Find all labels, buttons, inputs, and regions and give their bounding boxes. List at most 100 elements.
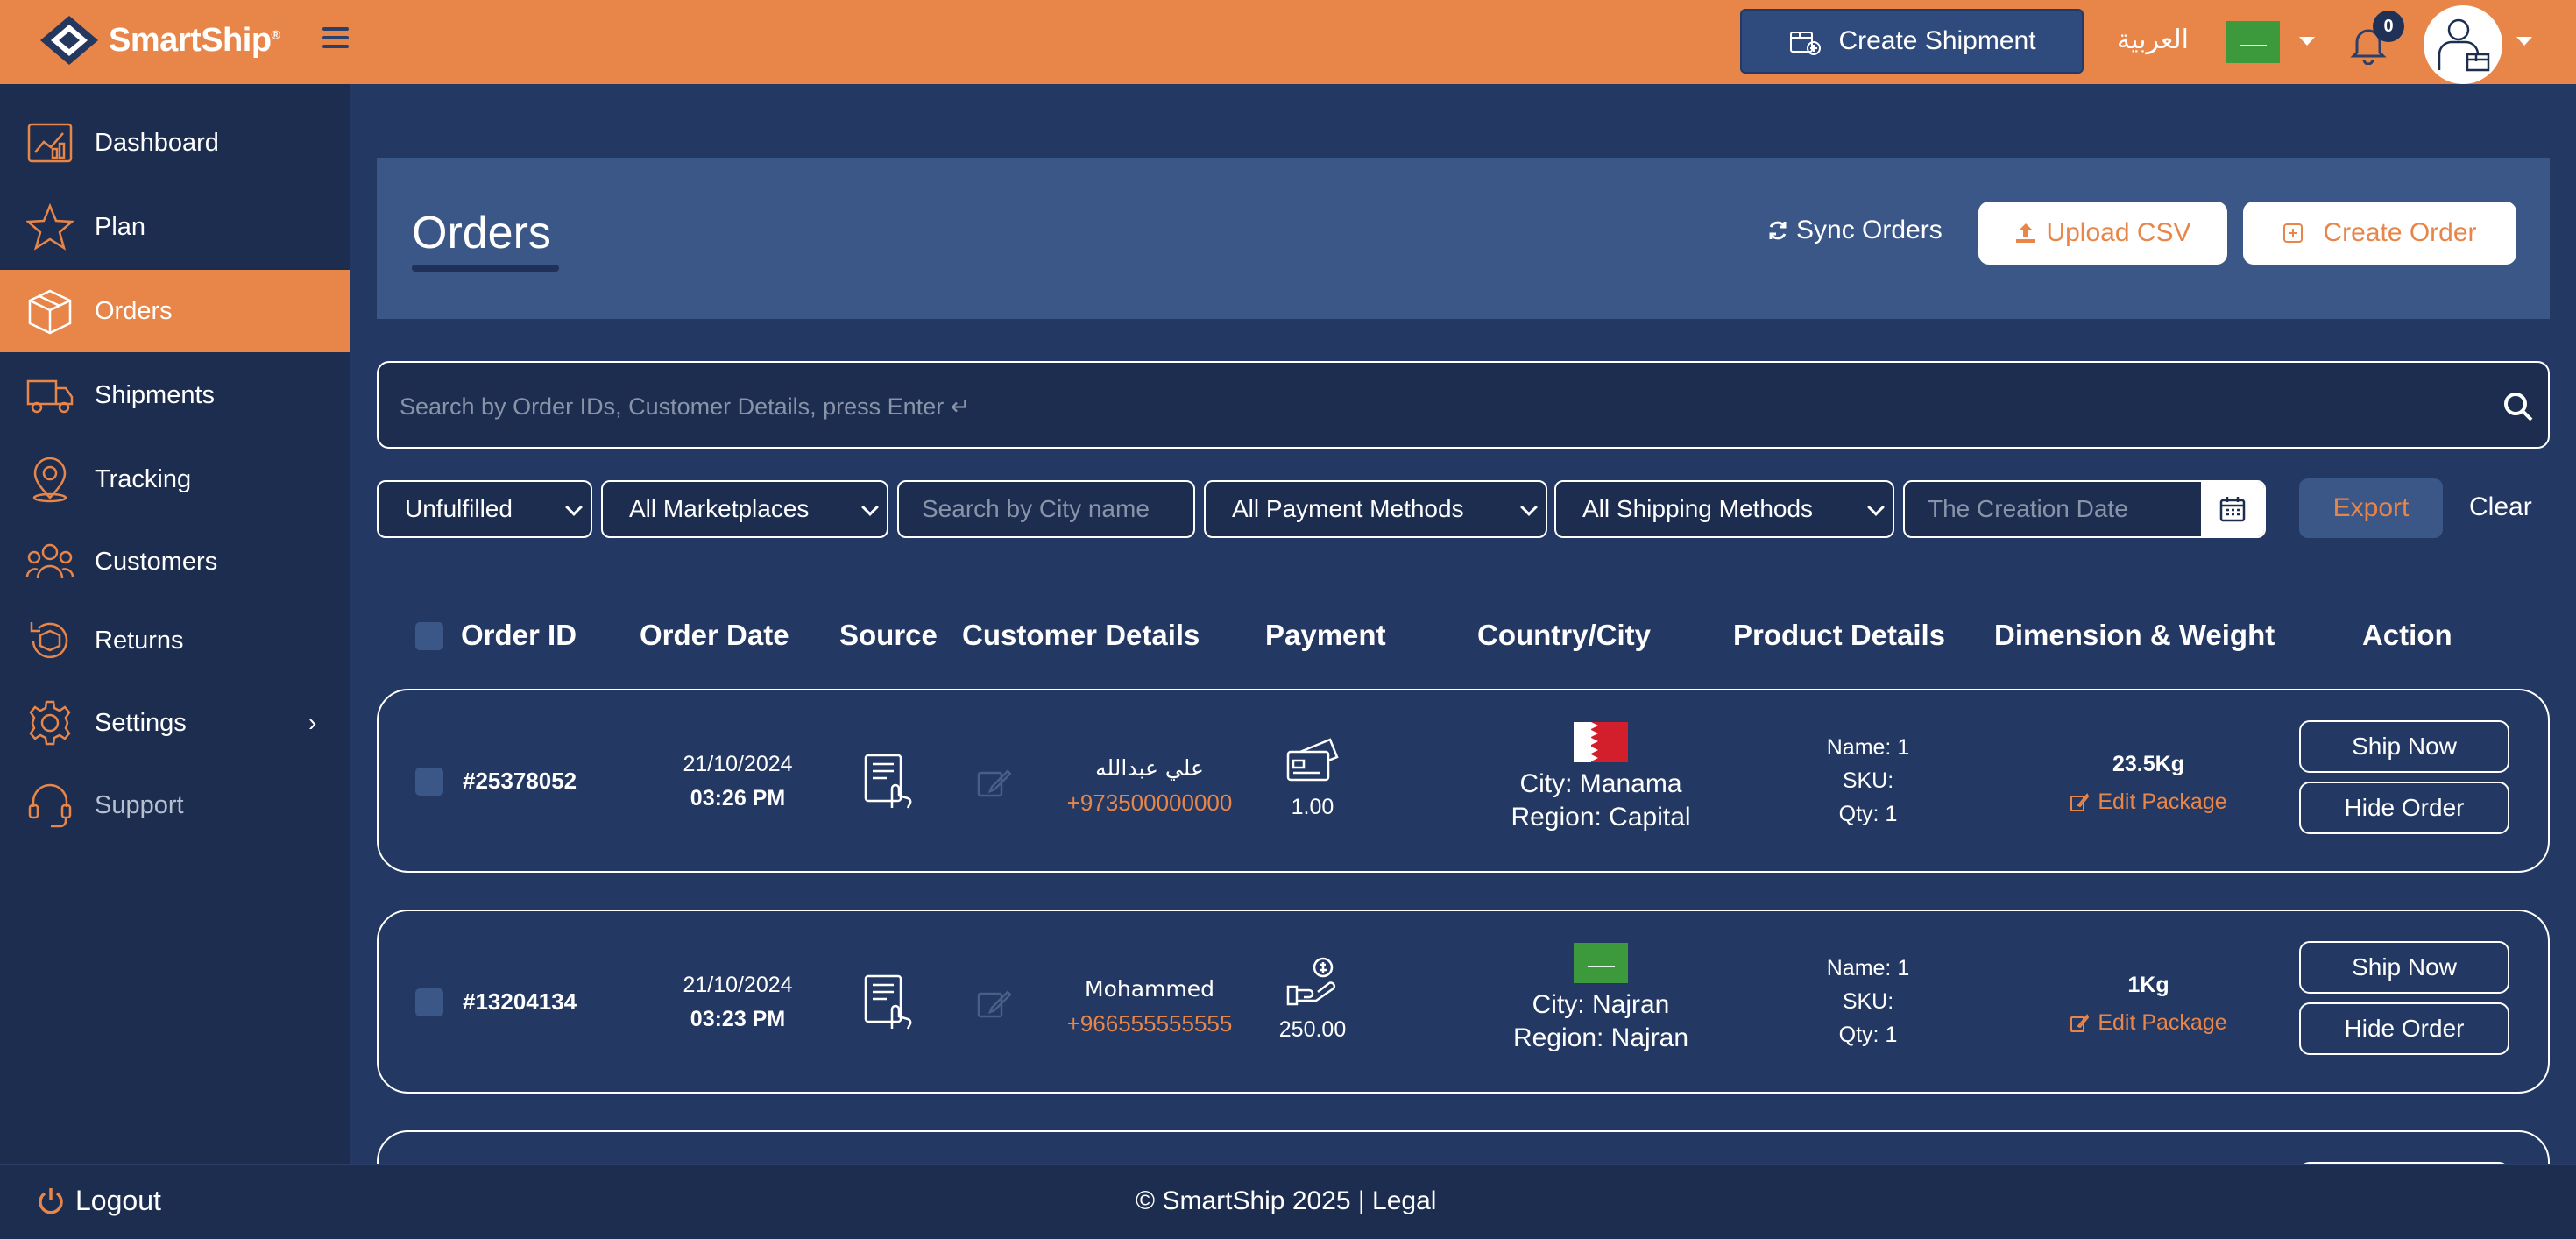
cash-payment-icon xyxy=(1286,957,1336,1006)
region: Region: Najran xyxy=(1512,1023,1689,1052)
truck-icon xyxy=(25,370,75,421)
country-city-cell: City: Manama Region: Capital xyxy=(1430,722,1772,832)
column-header-order-date[interactable]: Order Date xyxy=(640,619,789,652)
sidebar-item-dashboard[interactable]: Dashboard xyxy=(0,102,350,184)
order-search-input[interactable] xyxy=(400,380,2450,433)
dimension-weight-cell: 23.5Kg Edit Package xyxy=(2026,752,2271,815)
page-title: Orders xyxy=(412,208,551,258)
create-shipment-button[interactable]: Create Shipment xyxy=(1740,9,2084,74)
footer: Logout © SmartShip 2025 | Legal xyxy=(0,1164,2576,1239)
payment-cell: 1.00 xyxy=(1234,736,1391,820)
returns-icon xyxy=(25,615,75,666)
sidebar-item-label: Tracking xyxy=(95,464,192,493)
user-avatar-icon xyxy=(2438,18,2490,72)
chevron-down-icon[interactable] xyxy=(2516,37,2532,46)
upload-csv-label: Upload CSV xyxy=(2046,218,2191,247)
order-id[interactable]: #13204134 xyxy=(463,988,577,1016)
payment-method-value: All Payment Methods xyxy=(1232,495,1464,522)
brand-logo[interactable]: SmartShip® xyxy=(39,14,280,67)
sidebar-item-label: Customers xyxy=(95,547,218,576)
city-search-input[interactable]: Search by City name xyxy=(897,480,1195,538)
logout-button[interactable]: Logout xyxy=(35,1185,161,1217)
marketplace-filter-select[interactable]: All Marketplaces xyxy=(601,480,888,538)
edit-icon xyxy=(2070,1013,2090,1032)
copyright-text: © SmartShip 2025 | Legal xyxy=(1136,1186,1437,1215)
ship-now-button[interactable]: Ship Now xyxy=(2299,720,2509,773)
hide-order-button[interactable]: Hide Order xyxy=(2299,782,2509,834)
create-order-label: Create Order xyxy=(2323,218,2477,247)
city-search-placeholder: Search by City name xyxy=(922,495,1150,522)
sidebar-item-returns[interactable]: Returns xyxy=(0,599,350,682)
brand-name: SmartShip® xyxy=(109,21,280,59)
chevron-right-icon: › xyxy=(308,709,317,736)
orders-header-panel: Orders Sync Orders Upload CSV Create Ord… xyxy=(377,158,2550,319)
shipping-method-select[interactable]: All Shipping Methods xyxy=(1554,480,1894,538)
upload-csv-button[interactable]: Upload CSV xyxy=(1978,202,2227,265)
edit-package-link[interactable]: Edit Package xyxy=(2026,1010,2271,1036)
column-header-customer: Customer Details xyxy=(962,619,1200,651)
payment-amount: 1.00 xyxy=(1291,795,1334,819)
hide-order-button[interactable]: Hide Order xyxy=(2299,1002,2509,1055)
gear-icon xyxy=(25,697,75,748)
column-header-action: Action xyxy=(2362,619,2452,651)
marketplace-filter-value: All Marketplaces xyxy=(629,495,810,522)
row-checkbox[interactable] xyxy=(415,768,443,796)
sidebar-item-plan[interactable]: Plan xyxy=(0,186,350,268)
language-switch[interactable]: العربية xyxy=(2117,25,2189,55)
sidebar-item-settings[interactable]: Settings › xyxy=(0,682,350,764)
tracking-pin-icon xyxy=(25,454,75,505)
package-weight: 1Kg xyxy=(2127,973,2169,997)
table-row: #25378052 21/10/2024 03:26 PM علي عبدالل… xyxy=(377,689,2550,873)
bahrain-flag-icon xyxy=(1574,722,1628,762)
search-icon[interactable] xyxy=(2501,389,2536,424)
logout-label: Logout xyxy=(75,1185,161,1216)
sidebar-item-label: Dashboard xyxy=(95,128,219,157)
create-order-button[interactable]: Create Order xyxy=(2243,202,2516,265)
city: City: Manama xyxy=(1519,769,1682,798)
manual-order-source-icon xyxy=(864,974,912,1030)
sidebar-item-tracking[interactable]: Tracking xyxy=(0,438,350,520)
chevron-down-icon xyxy=(1520,499,1538,516)
avatar[interactable] xyxy=(2424,5,2502,84)
select-all-checkbox[interactable] xyxy=(415,622,443,650)
sidebar-item-label: Settings xyxy=(95,708,187,737)
payment-cell: 250.00 xyxy=(1234,955,1391,1043)
edit-package-label: Edit Package xyxy=(2098,789,2227,814)
create-shipment-label: Create Shipment xyxy=(1838,26,2036,55)
ship-now-button[interactable]: Ship Now xyxy=(2299,941,2509,994)
saudi-flag-icon[interactable] xyxy=(2226,21,2280,63)
column-header-payment: Payment xyxy=(1265,619,1386,651)
sync-orders-button[interactable]: Sync Orders xyxy=(1766,216,1943,245)
sidebar-item-label: Returns xyxy=(95,626,184,655)
sidebar: Dashboard Plan Orders Shipments Tracking… xyxy=(0,84,350,1164)
users-icon xyxy=(25,536,75,587)
row-checkbox[interactable] xyxy=(415,988,443,1016)
export-button[interactable]: Export xyxy=(2299,478,2443,538)
payment-method-select[interactable]: All Payment Methods xyxy=(1204,480,1547,538)
status-filter-select[interactable]: Unfulfilled xyxy=(377,480,592,538)
product-qty: Qty: 1 xyxy=(1838,802,1898,826)
sidebar-item-customers[interactable]: Customers xyxy=(0,520,350,603)
order-id[interactable]: #25378052 xyxy=(463,768,577,795)
product-sku: SKU: xyxy=(1842,989,1894,1014)
creation-date-field[interactable]: The Creation Date xyxy=(1903,480,2266,538)
menu-toggle-icon[interactable] xyxy=(322,25,349,51)
column-header-order-id[interactable]: Order ID xyxy=(461,619,577,652)
calendar-icon[interactable] xyxy=(2201,482,2264,536)
dimension-weight-cell: 1Kg Edit Package xyxy=(2026,973,2271,1036)
chevron-down-icon[interactable] xyxy=(2299,37,2315,46)
sidebar-item-label: Shipments xyxy=(95,380,216,409)
product-sku: SKU: xyxy=(1842,768,1894,793)
city: City: Najran xyxy=(1532,990,1670,1019)
edit-icon xyxy=(2070,792,2090,811)
edit-package-link[interactable]: Edit Package xyxy=(2026,789,2271,815)
sidebar-item-support[interactable]: Support xyxy=(0,764,350,846)
sidebar-item-shipments[interactable]: Shipments xyxy=(0,354,350,436)
top-bar: SmartShip® Create Shipment العربية 0 xyxy=(0,0,2576,84)
sidebar-item-orders[interactable]: Orders xyxy=(0,270,350,352)
column-header-source: Source xyxy=(839,619,938,651)
table-row: #13204134 21/10/2024 03:23 PM Mohammed +… xyxy=(377,910,2550,1094)
clear-filters-button[interactable]: Clear xyxy=(2469,492,2532,522)
sidebar-item-label: Plan xyxy=(95,212,146,241)
payment-amount: 250.00 xyxy=(1278,1017,1347,1042)
